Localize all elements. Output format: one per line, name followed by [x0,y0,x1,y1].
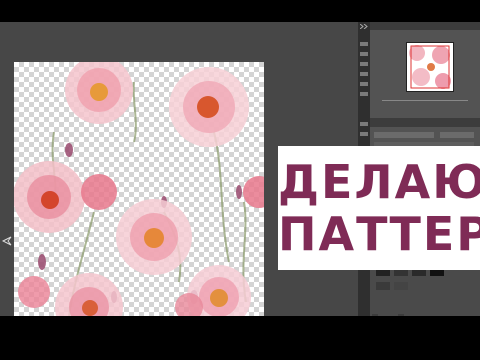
banner-line-2: ПАТТЕРН [278,207,480,261]
layers-tab-bar[interactable] [370,118,480,127]
banner-line-1: ДЕЛАЮ [278,155,480,209]
panel-tool-icon[interactable] [360,82,368,86]
photoshop-window: ДЕЛАЮ ПАТТЕРН [0,22,480,316]
video-frame: ДЕЛАЮ ПАТТЕРН [0,0,480,360]
panel-tool-icon[interactable] [360,62,368,66]
panel-tool-icon[interactable] [360,72,368,76]
title-banner: ДЕЛАЮ ПАТТЕРН [278,146,480,270]
watercolor-flower-pattern [14,62,264,316]
panel-tool-icon[interactable] [360,42,368,46]
panel-bottom-tab[interactable] [398,314,404,316]
swatch[interactable] [376,282,390,290]
opacity-field[interactable] [440,132,474,138]
collapse-arrows-icon[interactable] [360,24,368,29]
zoom-track [382,100,468,101]
panel-tool-icon[interactable] [360,122,368,126]
blend-mode-select[interactable] [374,132,434,138]
panel-bottom-tab[interactable] [372,314,378,316]
zoom-slider[interactable] [374,96,476,104]
color-swatches-panel [370,262,480,316]
panel-tool-icon[interactable] [360,92,368,96]
pattern-canvas[interactable] [14,62,264,316]
navigator-preview [409,45,451,89]
navigator-thumbnail[interactable] [406,42,454,92]
panel-tab-bar[interactable] [370,22,480,30]
panel-tool-icon[interactable] [360,52,368,56]
swatch[interactable] [394,282,408,290]
panel-tool-icon[interactable] [360,132,368,136]
move-cursor-icon [2,236,12,246]
